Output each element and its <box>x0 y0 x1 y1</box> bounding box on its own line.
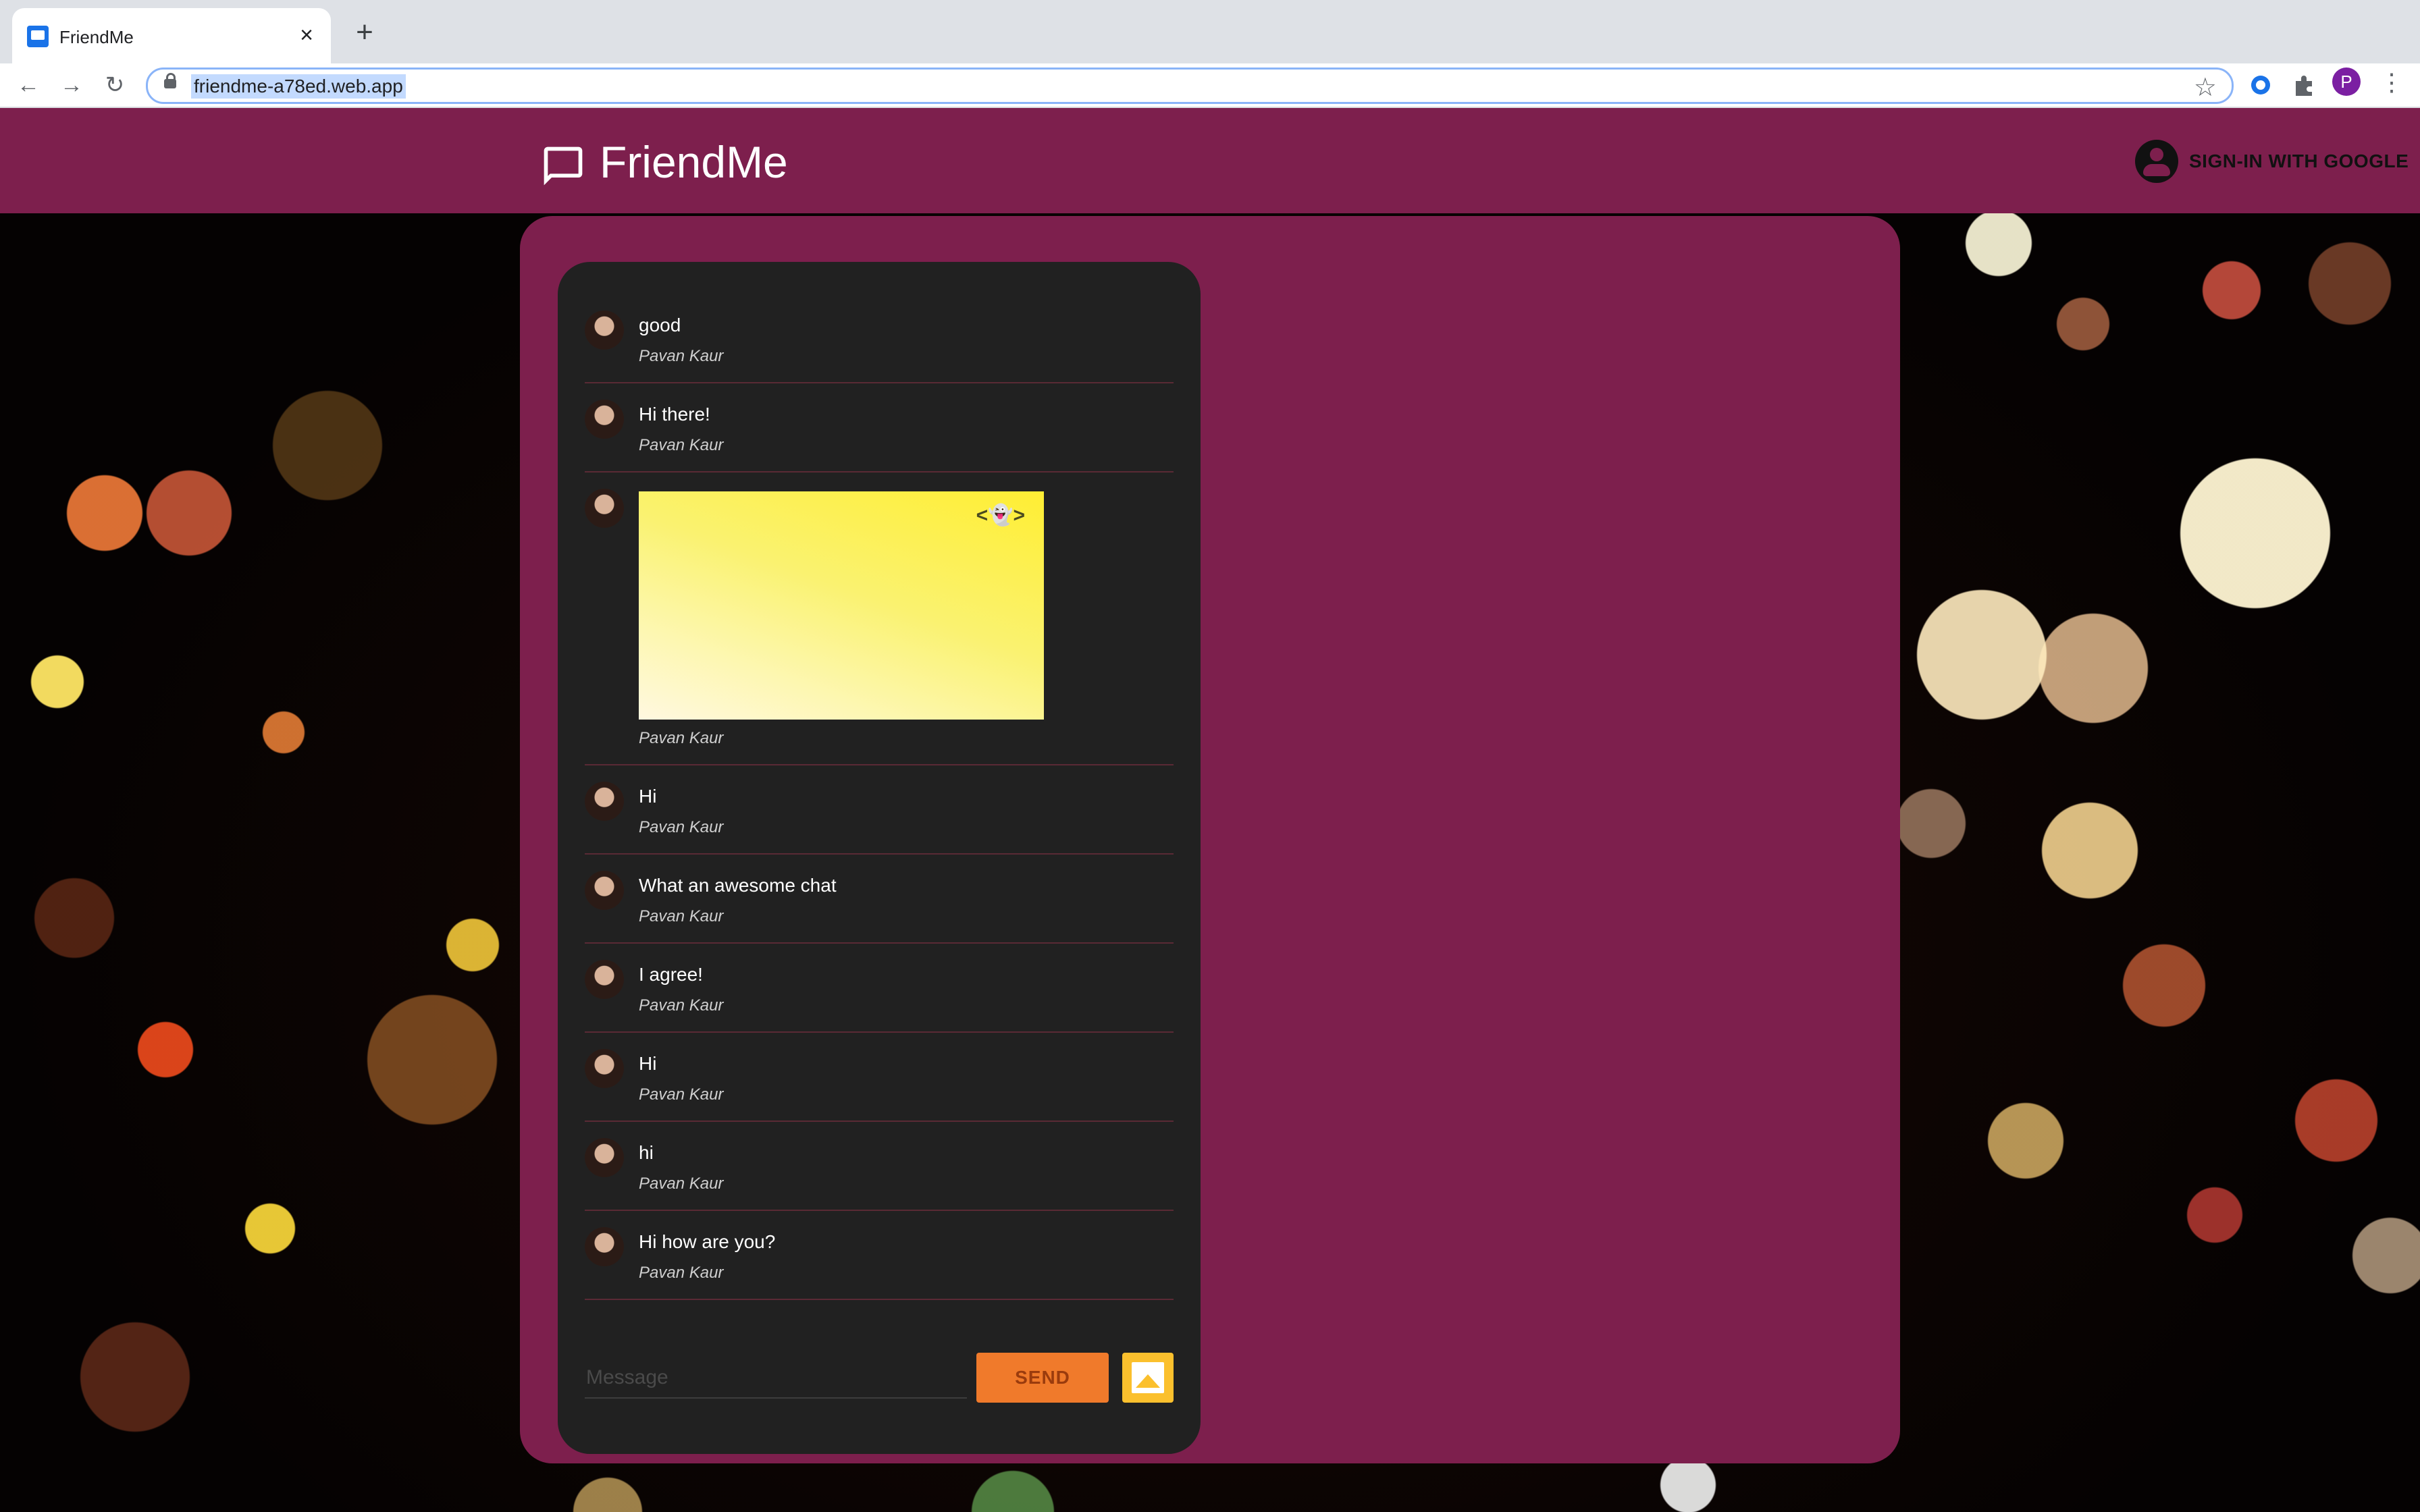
message-author: Pavan Kaur <box>639 347 724 365</box>
message-list[interactable]: good Pavan Kaur Hi there! Pavan Kaur <👻>… <box>585 294 1174 1307</box>
image-icon <box>1132 1362 1164 1393</box>
browser-tab-strip: FriendMe × + <box>0 0 2420 63</box>
extension-circle-icon[interactable] <box>2246 70 2276 100</box>
message-author: Pavan Kaur <box>639 818 724 836</box>
message-input[interactable] <box>585 1358 967 1399</box>
extensions-puzzle-icon[interactable] <box>2289 70 2319 100</box>
avatar <box>585 1049 624 1088</box>
message-text: Hi there! <box>639 404 710 425</box>
message-author: Pavan Kaur <box>639 907 724 925</box>
profile-avatar[interactable]: P <box>2332 68 2361 96</box>
avatar <box>585 782 624 821</box>
reload-button[interactable]: ↻ <box>100 70 130 100</box>
page-background: FriendMe SIGN-IN WITH GOOGLE good Pavan … <box>0 108 2420 1512</box>
main-panel: good Pavan Kaur Hi there! Pavan Kaur <👻>… <box>520 216 1900 1463</box>
message-text: Hi <box>639 786 657 807</box>
message-item: <👻> Pavan Kaur <box>585 473 1174 765</box>
message-text: What an awesome chat <box>639 875 837 896</box>
close-tab-icon[interactable]: × <box>294 23 319 47</box>
forward-button[interactable]: → <box>57 70 86 100</box>
account-circle-icon <box>2135 140 2178 183</box>
message-item: Hi Pavan Kaur <box>585 765 1174 855</box>
avatar <box>585 871 624 910</box>
message-item: good Pavan Kaur <box>585 294 1174 383</box>
message-text: good <box>639 315 681 335</box>
message-item: I agree! Pavan Kaur <box>585 944 1174 1033</box>
signin-button[interactable]: SIGN-IN WITH GOOGLE <box>2135 139 2409 184</box>
signin-label: SIGN-IN WITH GOOGLE <box>2189 151 2409 171</box>
back-button[interactable]: ← <box>14 70 43 100</box>
message-item: hi Pavan Kaur <box>585 1122 1174 1211</box>
message-text: I agree! <box>639 964 703 985</box>
chat-favicon-icon <box>27 26 49 47</box>
message-item: Hi there! Pavan Kaur <box>585 383 1174 473</box>
browser-menu-icon[interactable]: ⋮ <box>2379 68 2404 97</box>
message-item: Hi Pavan Kaur <box>585 1033 1174 1122</box>
snapchat-ghost-icon: <👻> <box>976 504 1025 526</box>
app-header: FriendMe SIGN-IN WITH GOOGLE <box>0 108 2420 213</box>
avatar <box>585 1227 624 1266</box>
message-item: Hi how are you? Pavan Kaur <box>585 1211 1174 1300</box>
message-composer: SEND <box>585 1353 1174 1404</box>
address-bar[interactable]: friendme-a78ed.web.app ☆ <box>146 68 2234 104</box>
message-image[interactable]: <👻> <box>639 491 1044 720</box>
url-text[interactable]: friendme-a78ed.web.app <box>191 74 406 99</box>
send-button[interactable]: SEND <box>976 1353 1109 1403</box>
bookmark-star-icon[interactable]: ☆ <box>2194 72 2217 103</box>
tab-title: FriendMe <box>59 27 134 47</box>
avatar <box>585 960 624 999</box>
avatar <box>585 489 624 528</box>
upload-image-button[interactable] <box>1122 1353 1174 1403</box>
avatar <box>585 1138 624 1177</box>
avatar <box>585 310 624 350</box>
message-author: Pavan Kaur <box>639 729 724 747</box>
browser-tab[interactable]: FriendMe × <box>12 8 331 63</box>
browser-toolbar: ← → ↻ friendme-a78ed.web.app ☆ <box>0 63 2420 108</box>
lock-icon[interactable] <box>164 73 176 88</box>
message-author: Pavan Kaur <box>639 436 724 454</box>
message-item: What an awesome chat Pavan Kaur <box>585 855 1174 944</box>
message-author: Pavan Kaur <box>639 1174 724 1193</box>
chat-card: good Pavan Kaur Hi there! Pavan Kaur <👻>… <box>558 262 1201 1454</box>
chat-bubble-icon <box>544 146 583 186</box>
message-text: Hi how are you? <box>639 1231 776 1252</box>
avatar <box>585 400 624 439</box>
message-text: hi <box>639 1142 654 1163</box>
message-text: Hi <box>639 1053 657 1074</box>
message-author: Pavan Kaur <box>639 1085 724 1104</box>
app-title: FriendMe <box>600 137 788 187</box>
message-author: Pavan Kaur <box>639 996 724 1015</box>
message-author: Pavan Kaur <box>639 1264 724 1282</box>
new-tab-button[interactable]: + <box>350 18 379 47</box>
